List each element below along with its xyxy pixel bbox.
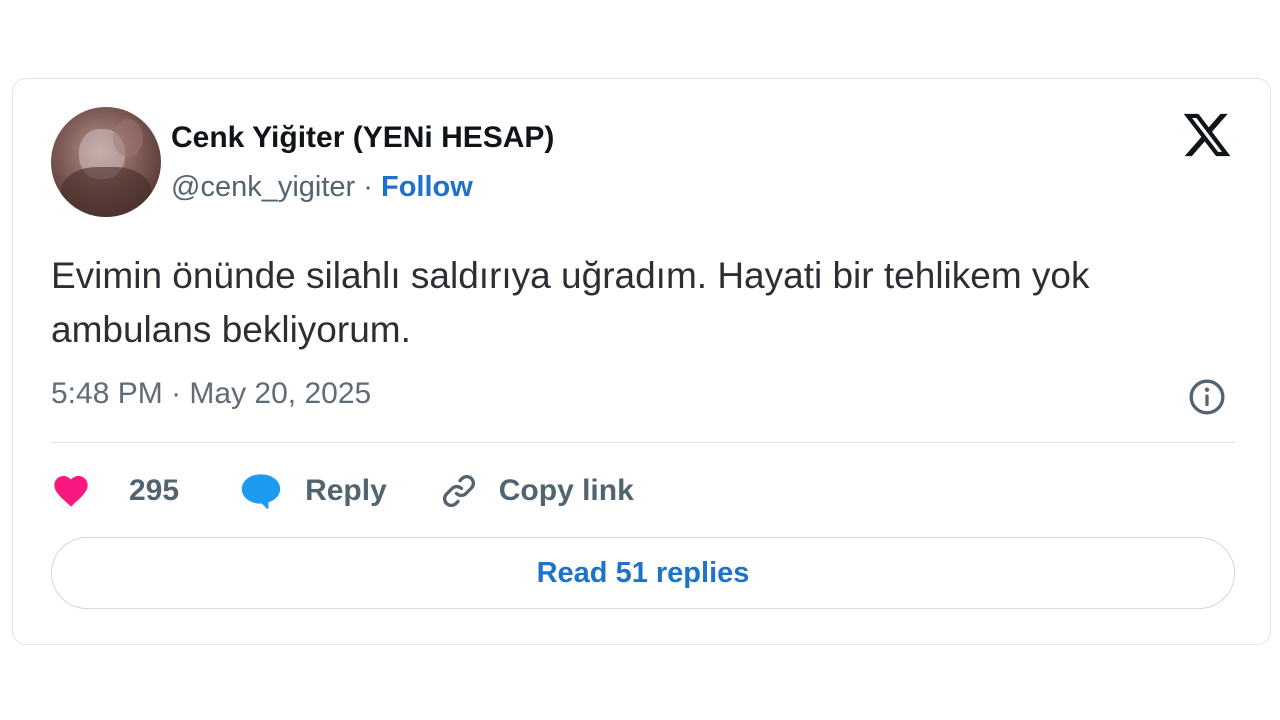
author-handle-row: @cenk_yigiter · Follow	[171, 171, 473, 204]
avatar[interactable]	[51, 107, 161, 217]
handle-separator: ·	[363, 171, 373, 203]
reply-label: Reply	[305, 474, 387, 507]
x-logo-icon[interactable]	[1181, 109, 1233, 161]
tweet-timestamp[interactable]: 5:48 PM · May 20, 2025	[51, 377, 371, 411]
author-handle[interactable]: @cenk_yigiter	[171, 171, 355, 203]
link-icon	[442, 475, 475, 507]
speech-bubble-icon	[241, 474, 281, 509]
tweet-actions: 295 Reply Copy link	[51, 467, 634, 515]
copy-link-button[interactable]: Copy link	[439, 471, 634, 511]
tweet-time: 5:48 PM	[51, 377, 163, 410]
timestamp-separator: ·	[171, 377, 182, 410]
author-display-name[interactable]: Cenk Yiğiter (YENi HESAP)	[171, 121, 554, 155]
info-icon[interactable]	[1187, 377, 1227, 417]
like-button[interactable]: 295	[51, 471, 239, 511]
reply-button[interactable]: Reply	[239, 471, 439, 511]
copy-link-label: Copy link	[498, 474, 634, 507]
tweet-card: Cenk Yiğiter (YENi HESAP) @cenk_yigiter …	[12, 78, 1271, 645]
follow-link[interactable]: Follow	[381, 171, 473, 203]
likes-count: 295	[129, 474, 180, 507]
tweet-text: Evimin önünde silahlı saldırıya uğradım.…	[51, 255, 1090, 350]
tweet-date: May 20, 2025	[189, 377, 372, 410]
divider	[51, 442, 1235, 443]
read-replies-button[interactable]: Read 51 replies	[51, 537, 1235, 609]
heart-icon	[54, 476, 88, 507]
